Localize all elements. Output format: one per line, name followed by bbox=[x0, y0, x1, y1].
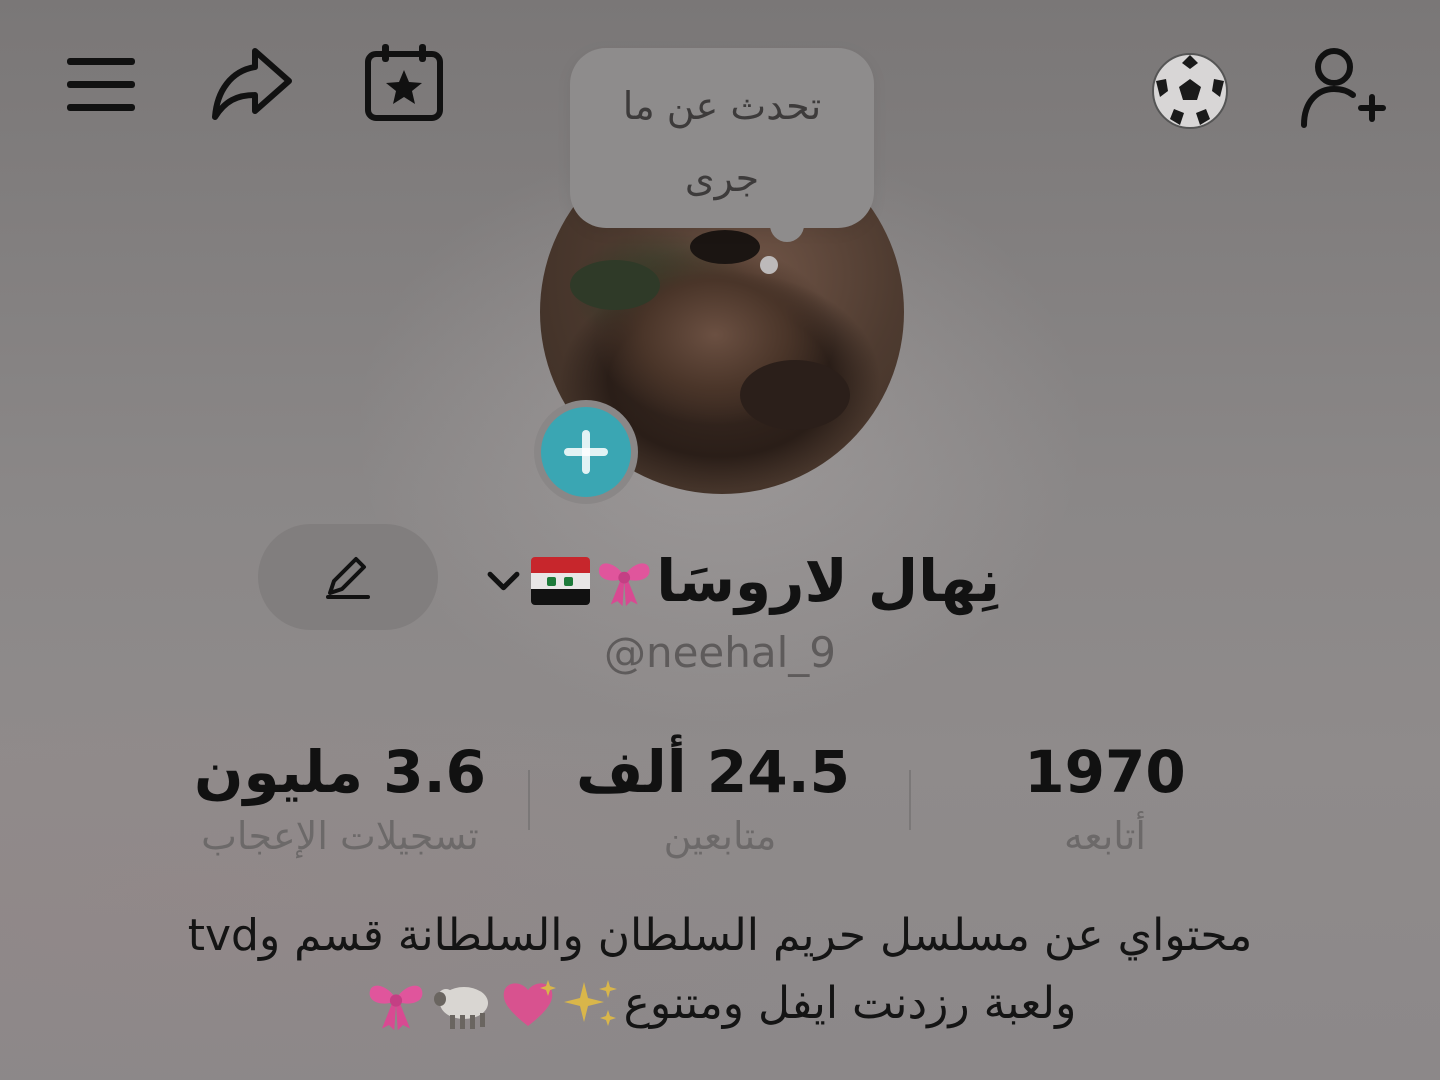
bio-line-1: محتواي عن مسلسل حريم السلطان والسلطانة ق… bbox=[140, 902, 1300, 970]
stat-divider bbox=[909, 770, 911, 830]
profile-bio: محتواي عن مسلسل حريم السلطان والسلطانة ق… bbox=[140, 902, 1300, 1038]
display-name-row[interactable]: نِهال لاروسَا bbox=[480, 536, 1000, 626]
hamburger-menu-icon bbox=[67, 58, 135, 111]
sheep-icon bbox=[433, 987, 488, 1029]
add-story-button[interactable] bbox=[534, 400, 638, 504]
share-button[interactable] bbox=[205, 40, 297, 126]
likes-stat[interactable]: 3.6 مليون تسجيلات الإعجاب bbox=[160, 736, 520, 864]
likes-count: 3.6 مليون bbox=[193, 738, 487, 806]
followers-stat[interactable]: 24.5 ألف متابعين bbox=[575, 736, 850, 864]
soccer-ball-button[interactable] bbox=[1146, 50, 1234, 132]
syria-flag-icon bbox=[531, 557, 590, 605]
avatar-detail bbox=[570, 260, 660, 310]
bubble-dot bbox=[760, 256, 778, 274]
following-count: 1970 bbox=[1024, 738, 1186, 806]
bio-text-1: محتواي عن مسلسل حريم السلطان والسلطانة ق… bbox=[187, 910, 1253, 961]
bubble-line-1: تحدث عن ما bbox=[622, 84, 822, 128]
username-handle: @neehal_9 bbox=[603, 628, 837, 677]
sparkles-icon bbox=[563, 980, 617, 1026]
bubble-line-2: جرى bbox=[684, 156, 760, 200]
speech-bubble-text: تحدث عن ما جرى bbox=[580, 70, 864, 214]
calendar-button[interactable] bbox=[360, 40, 448, 124]
likes-label: تسجيلات الإعجاب bbox=[201, 814, 479, 858]
add-user-button[interactable] bbox=[1296, 44, 1392, 130]
pink-bow-icon bbox=[369, 985, 423, 1031]
followers-label: متابعين bbox=[663, 814, 777, 858]
bio-line-2: ولعبة رزدنت ايفل ومتنوع bbox=[140, 970, 1300, 1038]
pencil-icon bbox=[326, 557, 370, 599]
plus-icon bbox=[564, 430, 608, 474]
following-label: أتابعه bbox=[1064, 814, 1146, 858]
share-arrow-icon bbox=[212, 48, 292, 120]
menu-button[interactable] bbox=[58, 44, 144, 124]
avatar-detail bbox=[690, 230, 760, 264]
calendar-star-icon bbox=[365, 44, 443, 121]
avatar-detail bbox=[740, 360, 850, 430]
bio-text-2: ولعبة رزدنت ايفل ومتنوع bbox=[623, 978, 1077, 1029]
add-user-icon bbox=[1301, 48, 1386, 128]
stat-divider bbox=[528, 770, 530, 830]
display-name: نِهال لاروسَا bbox=[656, 547, 1000, 615]
add-story-circle bbox=[541, 407, 631, 497]
pink-bow-icon bbox=[598, 563, 650, 607]
soccer-ball-icon bbox=[1152, 53, 1228, 129]
sparkling-heart-icon bbox=[503, 980, 556, 1026]
edit-profile-button[interactable] bbox=[258, 524, 438, 630]
chevron-down-icon[interactable] bbox=[480, 553, 527, 609]
followers-count: 24.5 ألف bbox=[575, 738, 850, 806]
following-stat[interactable]: 1970 أتابعه bbox=[990, 736, 1220, 864]
